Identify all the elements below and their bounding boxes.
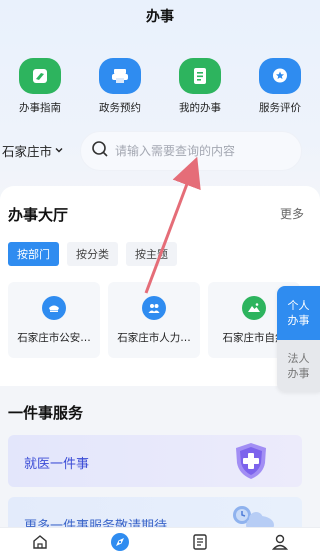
legal-affairs-toggle[interactable]: 法人办事: [277, 340, 320, 392]
quick-action-label: 服务评价: [259, 102, 301, 114]
department-cards: 石家庄市公安… 石家庄市人力… 石家庄市自然: [8, 282, 300, 358]
search-input[interactable]: [115, 144, 285, 158]
document-list-icon: [179, 58, 221, 94]
quick-action-label: 办事指南: [19, 102, 61, 114]
city-label: 石家庄市: [2, 144, 53, 159]
tab-by-theme[interactable]: 按主题: [126, 242, 177, 266]
guide-book-icon: [19, 58, 61, 94]
people-icon: [142, 296, 166, 320]
user-icon: [271, 533, 289, 555]
more-link[interactable]: 更多: [280, 205, 304, 222]
quick-action-label: 政务预约: [99, 102, 141, 114]
hall-tabs: 按部门 按分类 按主题: [8, 242, 177, 266]
home-icon: [31, 533, 49, 555]
quick-action-appointment[interactable]: 政务预约: [80, 58, 160, 115]
identity-switch: 个人办事 法人办事: [277, 286, 320, 392]
quick-action-my-affairs[interactable]: 我的办事: [160, 58, 240, 115]
star-chat-icon: [259, 58, 301, 94]
bottom-navigation: [0, 527, 320, 559]
printer-icon: [99, 58, 141, 94]
nav-documents[interactable]: [160, 528, 240, 559]
police-cap-icon: [42, 296, 66, 320]
section-title: 办事大厅: [8, 206, 69, 224]
document-icon: [191, 533, 209, 555]
tab-by-category[interactable]: 按分类: [67, 242, 118, 266]
quick-action-label: 我的办事: [179, 102, 221, 114]
service-hall-section: 办事大厅 更多 按部门 按分类 按主题 石家庄市公安… 石家庄市人力… 石家庄市…: [0, 186, 320, 386]
tab-by-department[interactable]: 按部门: [8, 242, 59, 266]
personal-affairs-toggle[interactable]: 个人办事: [277, 286, 320, 340]
quick-actions: 办事指南 政务预约 我的办事 服务评价: [0, 58, 320, 115]
department-card-human-resources[interactable]: 石家庄市人力…: [108, 282, 200, 358]
department-label: 石家庄市公安…: [17, 332, 91, 344]
compass-icon: [110, 532, 130, 556]
mountain-icon: [242, 296, 266, 320]
service-label: 就医一件事: [24, 457, 90, 472]
chevron-down-icon: [54, 143, 64, 158]
medical-shield-icon: [230, 441, 272, 485]
department-card-police[interactable]: 石家庄市公安…: [8, 282, 100, 358]
nav-home[interactable]: [0, 528, 80, 559]
service-card-medical[interactable]: 就医一件事: [8, 435, 302, 487]
search-icon: [91, 140, 109, 162]
page-title: 办事: [146, 9, 174, 25]
department-label: 石家庄市人力…: [117, 332, 191, 344]
city-selector[interactable]: 石家庄市: [2, 141, 64, 160]
quick-action-guide[interactable]: 办事指南: [0, 58, 80, 115]
nav-profile[interactable]: [240, 528, 320, 559]
quick-action-evaluation[interactable]: 服务评价: [240, 58, 320, 115]
search-bar[interactable]: [80, 131, 302, 171]
section-title: 一件事服务: [8, 404, 84, 422]
nav-affairs[interactable]: [80, 528, 160, 559]
